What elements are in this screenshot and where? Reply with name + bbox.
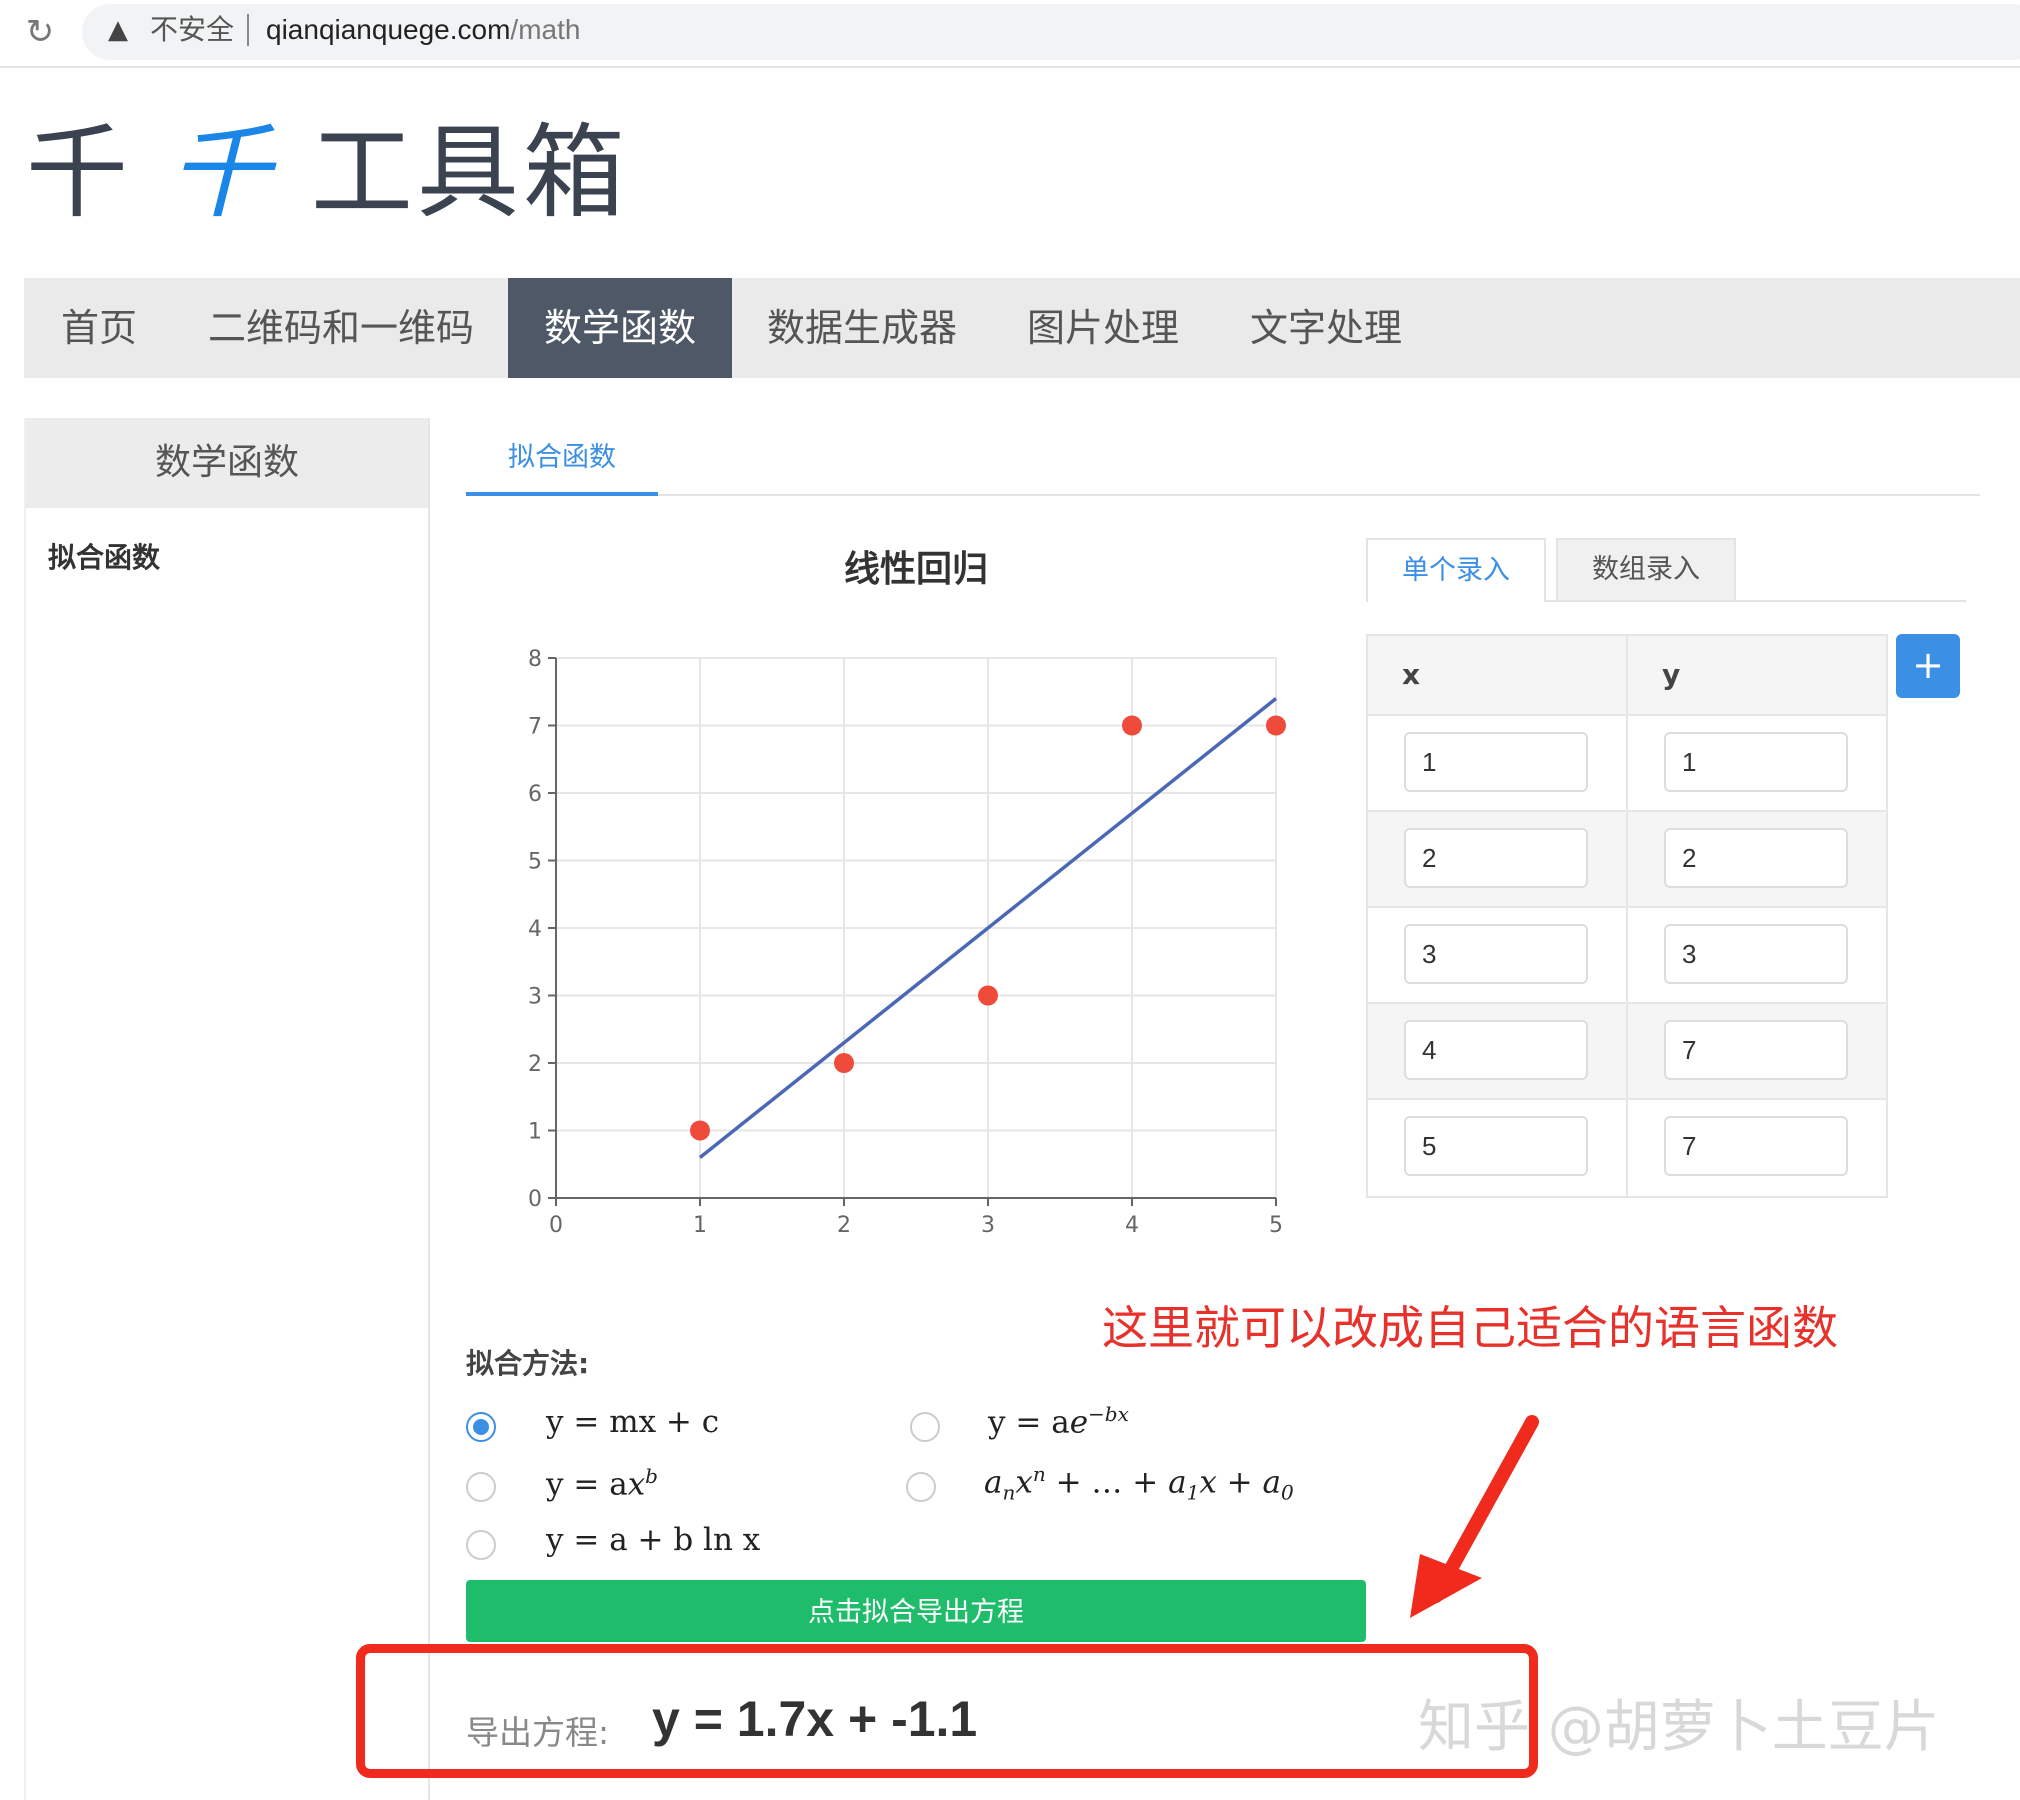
- x-tick-label: 5: [1269, 1213, 1283, 1238]
- tab-fit-function[interactable]: 拟合函数: [466, 438, 658, 494]
- x-tick-label: 0: [549, 1213, 563, 1238]
- url-text[interactable]: qianqianquege.com/math: [266, 12, 580, 48]
- url-separator: [247, 14, 249, 46]
- logo-part2: 工具箱: [274, 114, 629, 233]
- x-tick-label: 3: [981, 1213, 995, 1238]
- radio-polynomial[interactable]: [906, 1472, 936, 1502]
- fit-export-button[interactable]: 点击拟合导出方程: [466, 1580, 1366, 1642]
- x-tick-label: 4: [1125, 1213, 1139, 1238]
- tab-divider: [466, 494, 1980, 496]
- x-tick-label: 2: [837, 1213, 851, 1238]
- y-tick-label: 5: [528, 850, 542, 875]
- y-tick-label: 6: [528, 782, 542, 807]
- add-row-button[interactable]: +: [1896, 634, 1960, 698]
- x-input[interactable]: [1404, 1116, 1588, 1176]
- site-logo[interactable]: 千 千 工具箱: [26, 112, 629, 236]
- data-point: [978, 985, 998, 1006]
- x-tick-label: 1: [693, 1213, 707, 1238]
- security-label[interactable]: 不安全: [150, 12, 234, 48]
- url-path: /math: [510, 14, 581, 45]
- y-tick-label: 3: [528, 985, 542, 1010]
- y-input[interactable]: [1664, 732, 1848, 792]
- reload-icon[interactable]: ↻: [20, 12, 60, 52]
- y-tick-label: 0: [528, 1187, 542, 1212]
- formula-linear: y = mx + c: [546, 1404, 720, 1440]
- y-tick-label: 7: [528, 715, 542, 740]
- y-input[interactable]: [1664, 828, 1848, 888]
- annotation-arrow: [1410, 1415, 1539, 1618]
- data-table: x y: [1366, 634, 1888, 1198]
- logo-part1: 千: [26, 114, 132, 233]
- tab-active-indicator: [466, 492, 658, 496]
- radio-exponential[interactable]: [910, 1412, 940, 1442]
- sidebar-item-fit-function[interactable]: 拟合函数: [48, 536, 160, 576]
- nav-item-qrcode[interactable]: 二维码和一维码: [174, 278, 508, 378]
- formula-polynomial: anxn + … + a1x + a0: [984, 1462, 1294, 1505]
- x-input[interactable]: [1404, 828, 1588, 888]
- x-input[interactable]: [1404, 924, 1588, 984]
- formula-power: y = axb: [546, 1464, 658, 1503]
- y-input[interactable]: [1664, 1020, 1848, 1080]
- warning-icon[interactable]: ▲: [108, 14, 140, 46]
- nav-item-image[interactable]: 图片处理: [992, 278, 1214, 378]
- radio-linear[interactable]: [466, 1412, 496, 1442]
- fit-method-label: 拟合方法:: [466, 1347, 590, 1380]
- x-input[interactable]: [1404, 732, 1588, 792]
- y-tick-label: 4: [528, 917, 542, 942]
- column-header-x: x: [1368, 636, 1626, 714]
- y-input[interactable]: [1664, 1116, 1848, 1176]
- regression-chart: 0 1 2 3 4 5 6 7 8 0 1 2 3 4 5: [528, 647, 1286, 1238]
- sidebar: 数学函数 拟合函数: [24, 418, 430, 1800]
- radio-power[interactable]: [466, 1472, 496, 1502]
- nav-item-data-generator[interactable]: 数据生成器: [732, 278, 992, 378]
- y-input[interactable]: [1664, 924, 1848, 984]
- url-host: qianqianquege.com: [266, 14, 511, 45]
- sidebar-title: 数学函数: [26, 418, 428, 508]
- formula-logarithmic: y = a + b ln x: [546, 1522, 761, 1558]
- radio-logarithmic[interactable]: [466, 1530, 496, 1560]
- tab-single-entry[interactable]: 单个录入: [1366, 538, 1546, 602]
- nav-item-text[interactable]: 文字处理: [1214, 278, 1438, 378]
- data-point: [834, 1053, 854, 1073]
- column-divider: [1626, 636, 1628, 1196]
- y-tick-label: 1: [528, 1120, 542, 1145]
- data-point: [1266, 715, 1286, 736]
- tab-array-entry[interactable]: 数组录入: [1556, 538, 1736, 602]
- result-label: 导出方程:: [466, 1713, 610, 1752]
- result-equation: y = 1.7x + -1.1: [652, 1691, 978, 1747]
- top-nav: 首页 二维码和一维码 数学函数 数据生成器 图片处理 文字处理: [24, 278, 2020, 378]
- y-tick-label: 8: [528, 647, 542, 672]
- column-header-y: y: [1628, 636, 1886, 714]
- y-tick-label: 2: [528, 1052, 542, 1077]
- annotation-text: 这里就可以改成自己适合的语言函数: [1102, 1301, 1838, 1355]
- x-input[interactable]: [1404, 1020, 1588, 1080]
- formula-exponential: y = ae−bx: [988, 1402, 1129, 1441]
- chart-title: 线性回归: [843, 549, 988, 590]
- watermark: 知乎 @胡萝卜土豆片: [1418, 1695, 1940, 1760]
- logo-accent: 千: [168, 114, 275, 233]
- nav-item-math[interactable]: 数学函数: [508, 278, 732, 378]
- nav-item-home[interactable]: 首页: [24, 278, 174, 378]
- data-point: [690, 1120, 710, 1141]
- data-point: [1122, 715, 1142, 736]
